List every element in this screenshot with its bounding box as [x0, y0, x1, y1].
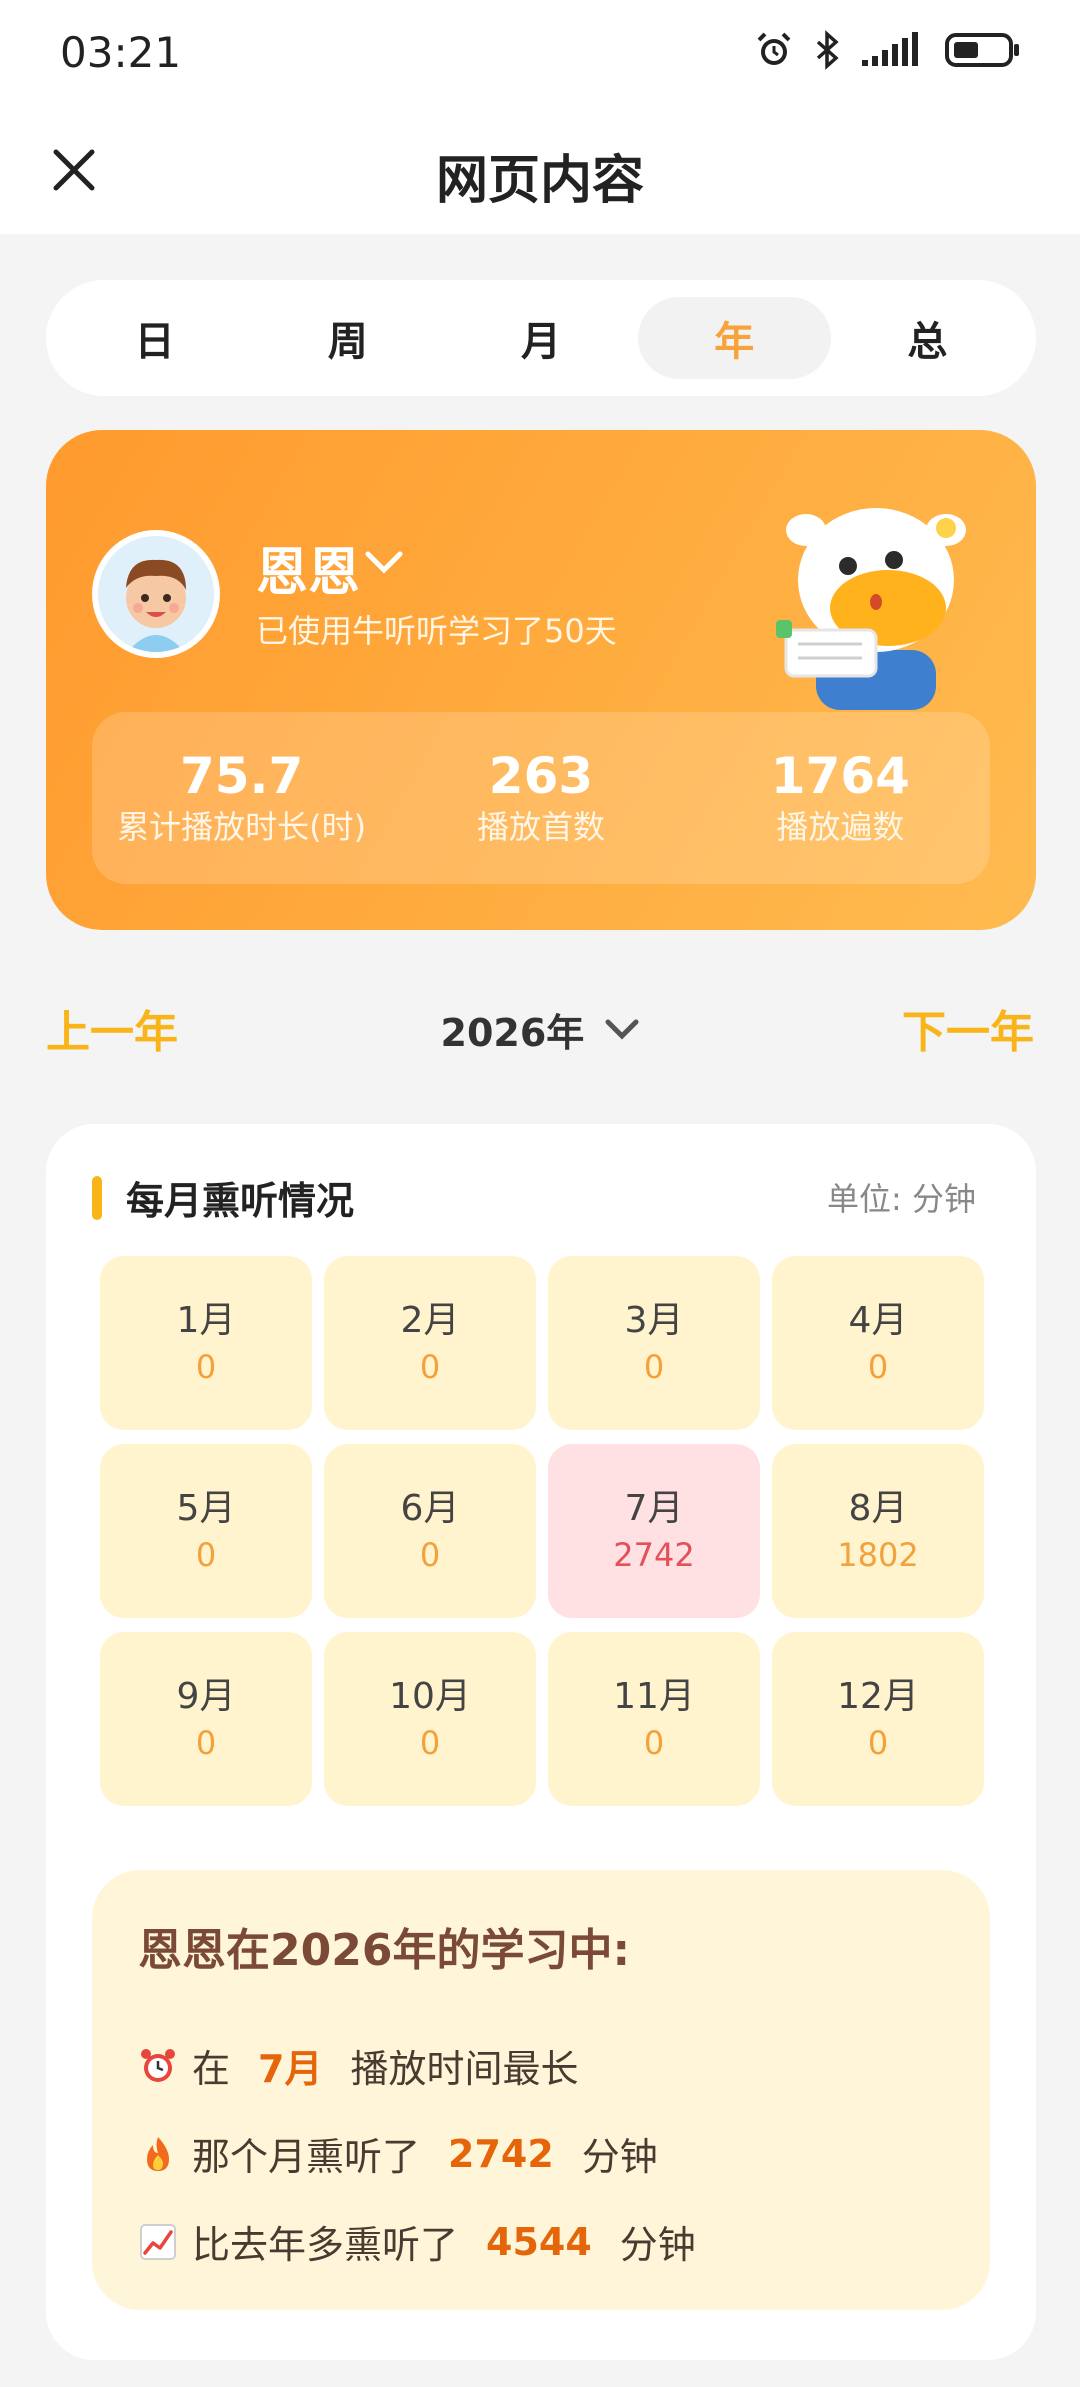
summary-prefix: 那个月熏听了 [192, 2135, 421, 2179]
summary-suffix: 播放时间最长 [350, 2047, 579, 2091]
profile-card: 恩恩 已使用牛听听学习了50天 75.7 累计播放时长(时) 263 播放首数 [46, 430, 1036, 930]
battery-icon [944, 30, 1020, 74]
stat-value: 263 [488, 747, 594, 805]
unit-text: 单位: 分钟 [827, 1180, 976, 1218]
status-icons [754, 30, 1020, 74]
month-name: 7月 [624, 1488, 684, 1529]
month-value: 0 [643, 1348, 665, 1386]
month-cell-feb[interactable]: 2月 0 [324, 1256, 536, 1430]
tab-total[interactable]: 总 [831, 297, 1024, 379]
month-value: 2742 [613, 1536, 695, 1574]
month-name: 3月 [624, 1300, 684, 1341]
month-name: 8月 [848, 1488, 908, 1529]
month-value: 0 [419, 1724, 441, 1762]
month-cell-dec[interactable]: 12月 0 [772, 1632, 984, 1806]
usage-text: 已使用牛听听学习了50天 [256, 612, 617, 650]
summary-line-longest-month: 在 7月 播放时间最长 [138, 2038, 578, 2093]
chevron-down-icon[interactable] [364, 550, 404, 576]
tab-month[interactable]: 月 [444, 297, 637, 379]
tab-week[interactable]: 周 [251, 297, 444, 379]
month-name: 9月 [176, 1676, 236, 1717]
month-value: 0 [419, 1536, 441, 1574]
next-year-button[interactable]: 下一年 [902, 996, 1034, 1060]
month-name: 10月 [389, 1676, 471, 1717]
alarm-clock-icon [138, 2046, 178, 2086]
summary-highlight: 2742 [448, 2131, 554, 2176]
month-value: 0 [419, 1348, 441, 1386]
accent-bar [92, 1176, 102, 1220]
summary-highlight: 7月 [258, 2047, 323, 2091]
title-bar: 网页内容 [0, 110, 1080, 234]
summary-line-month-minutes: 那个月熏听了 2742 分钟 [138, 2126, 658, 2181]
signal-icon [860, 30, 926, 74]
month-cell-mar[interactable]: 3月 0 [548, 1256, 760, 1430]
summary-prefix: 在 [192, 2047, 231, 2091]
month-value: 0 [195, 1536, 217, 1574]
month-cell-jun[interactable]: 6月 0 [324, 1444, 536, 1618]
status-bar: 03:21 [0, 0, 1080, 110]
user-name[interactable]: 恩恩 [256, 530, 360, 605]
period-tabs: 日 周 月 年 总 [46, 280, 1036, 396]
month-name: 1月 [176, 1300, 236, 1341]
month-value: 0 [867, 1348, 889, 1386]
stat-label: 累计播放时长(时) [117, 808, 367, 846]
status-time: 03:21 [60, 28, 182, 77]
stat-songs-played: 263 播放首数 [391, 712, 690, 884]
month-cell-oct[interactable]: 10月 0 [324, 1632, 536, 1806]
year-label: 2026年 [440, 1011, 585, 1055]
month-name: 2月 [400, 1300, 460, 1341]
panel-header: 每月熏听情况 单位: 分钟 [92, 1168, 990, 1224]
tab-year[interactable]: 年 [637, 297, 831, 379]
stat-play-count: 1764 播放遍数 [691, 712, 990, 884]
summary-line-year-compare: 比去年多熏听了 4544 分钟 [138, 2214, 696, 2269]
month-cell-apr[interactable]: 4月 0 [772, 1256, 984, 1430]
year-nav: 上一年 2026年 下一年 [0, 996, 1080, 1066]
stat-play-hours: 75.7 累计播放时长(时) [92, 712, 391, 884]
stat-label: 播放遍数 [776, 808, 905, 846]
bluetooth-icon [812, 30, 842, 74]
page-title: 网页内容 [435, 151, 644, 211]
month-cell-jan[interactable]: 1月 0 [100, 1256, 312, 1430]
monthly-panel: 每月熏听情况 单位: 分钟 1月 0 2月 0 3月 0 4月 0 5月 0 6月 0 7月… [46, 1124, 1036, 2360]
month-value: 0 [195, 1348, 217, 1386]
month-name: 6月 [400, 1488, 460, 1529]
month-value: 0 [643, 1724, 665, 1762]
summary-prefix: 比去年多熏听了 [192, 2223, 459, 2267]
alarm-icon [754, 30, 794, 74]
stat-label: 播放首数 [476, 808, 605, 846]
stat-value: 1764 [770, 747, 910, 805]
month-cell-may[interactable]: 5月 0 [100, 1444, 312, 1618]
tab-day[interactable]: 日 [58, 297, 251, 379]
month-grid: 1月 0 2月 0 3月 0 4月 0 5月 0 6月 0 7月 2742 8月 1802 9月… [100, 1256, 984, 1806]
chart-increasing-icon [138, 2222, 178, 2262]
month-value: 0 [195, 1724, 217, 1762]
month-cell-sep[interactable]: 9月 0 [100, 1632, 312, 1806]
month-value: 1802 [837, 1536, 919, 1574]
panel-title: 每月熏听情况 [126, 1179, 355, 1223]
month-cell-aug[interactable]: 8月 1802 [772, 1444, 984, 1618]
month-name: 11月 [613, 1676, 695, 1717]
cow-mascot-illustration [776, 490, 976, 710]
summary-suffix: 分钟 [581, 2135, 658, 2179]
stats-box: 75.7 累计播放时长(时) 263 播放首数 1764 播放遍数 [92, 712, 990, 884]
month-value: 0 [867, 1724, 889, 1762]
month-cell-nov[interactable]: 11月 0 [548, 1632, 760, 1806]
stat-value: 75.7 [179, 747, 304, 805]
month-cell-jul[interactable]: 7月 2742 [548, 1444, 760, 1618]
summary-title: 恩恩在2026年的学习中: [138, 1925, 631, 1976]
fire-icon [138, 2134, 178, 2174]
summary-suffix: 分钟 [619, 2223, 696, 2267]
month-name: 5月 [176, 1488, 236, 1529]
chevron-down-icon [605, 1019, 638, 1040]
summary-box: 恩恩在2026年的学习中: 在 7月 播放时间最长 那个月熏听了 2742 分钟… [92, 1870, 990, 2310]
month-name: 12月 [837, 1676, 919, 1717]
month-name: 4月 [848, 1300, 908, 1341]
avatar [92, 530, 220, 658]
summary-highlight: 4544 [486, 2219, 592, 2264]
